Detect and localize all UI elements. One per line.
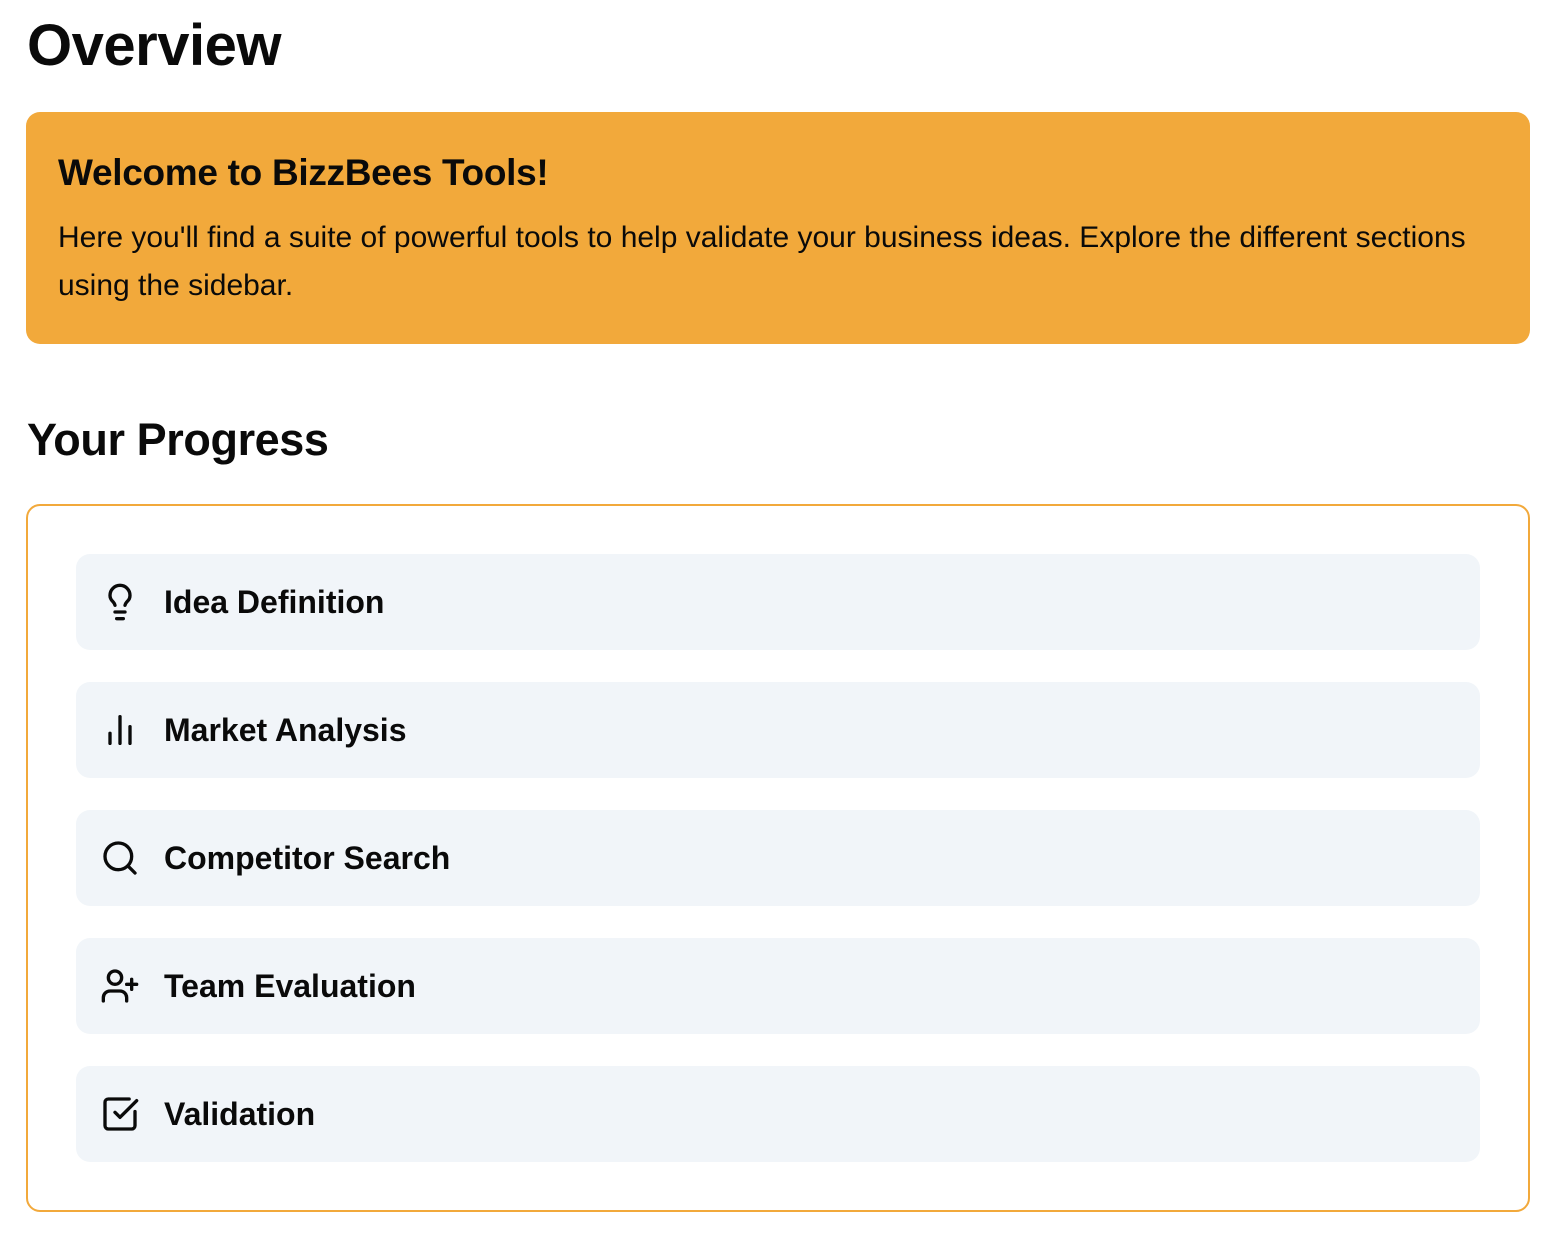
progress-item-label: Market Analysis <box>164 712 407 748</box>
welcome-title: Welcome to BizzBees Tools! <box>58 152 549 193</box>
progress-item-competitor-search[interactable]: Competitor Search <box>76 810 1480 906</box>
progress-card: Idea Definition Market Analysis Competit… <box>26 504 1530 1212</box>
welcome-text: Here you'll find a suite of powerful too… <box>58 221 1466 302</box>
lightbulb-icon <box>100 582 140 622</box>
bar-chart-icon <box>100 710 140 750</box>
progress-item-label: Idea Definition <box>164 584 385 620</box>
progress-item-label: Competitor Search <box>164 840 451 876</box>
page-title: Overview <box>27 13 281 78</box>
progress-item-label: Validation <box>164 1096 316 1132</box>
search-icon <box>100 838 140 878</box>
progress-item-market-analysis[interactable]: Market Analysis <box>76 682 1480 778</box>
user-plus-icon <box>100 966 140 1006</box>
progress-list: Idea Definition Market Analysis Competit… <box>76 554 1480 1162</box>
progress-item-validation[interactable]: Validation <box>76 1066 1480 1162</box>
progress-item-idea-definition[interactable]: Idea Definition <box>76 554 1480 650</box>
progress-item-label: Team Evaluation <box>164 968 416 1004</box>
progress-item-team-evaluation[interactable]: Team Evaluation <box>76 938 1480 1034</box>
progress-section-title: Your Progress <box>27 414 329 465</box>
welcome-card: Welcome to BizzBees Tools! Here you'll f… <box>26 112 1530 344</box>
checkbox-icon <box>100 1094 140 1134</box>
